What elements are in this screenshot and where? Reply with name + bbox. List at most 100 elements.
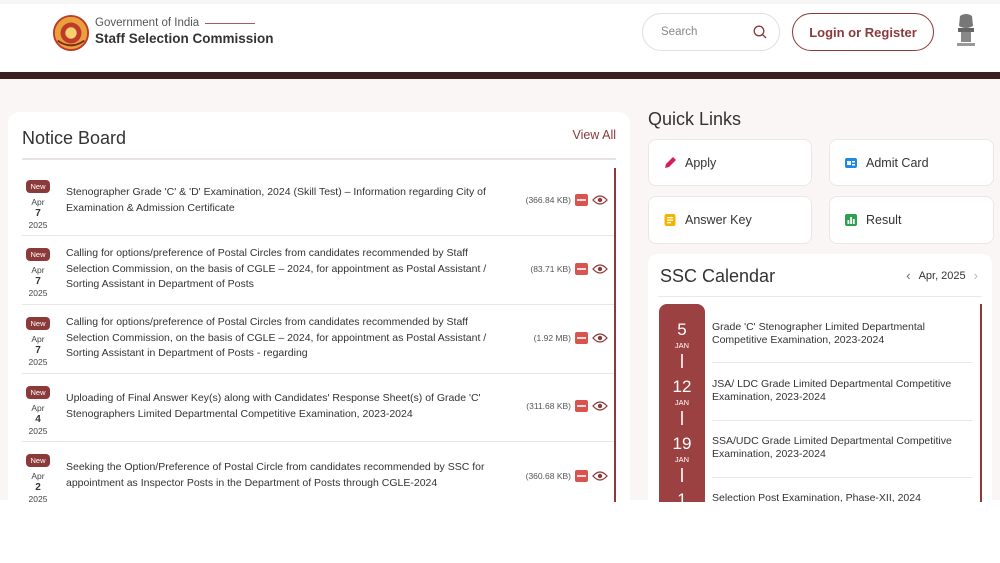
calendar-date: 5 JAN (659, 320, 705, 350)
calendar-divider (658, 296, 982, 297)
notice-text[interactable]: Stenographer Grade 'C' & 'D' Examination… (66, 185, 506, 216)
view-eye-icon[interactable] (592, 400, 608, 412)
file-size: (1.92 MB) (533, 333, 571, 343)
notice-item[interactable]: New Apr 7 2025 Calling for options/prefe… (22, 305, 614, 374)
view-eye-icon[interactable] (592, 332, 608, 344)
national-emblem-icon (957, 14, 975, 46)
notice-year: 2025 (28, 357, 48, 367)
event-divider (712, 477, 972, 478)
notice-item[interactable]: New Apr 2 2025 Seeking the Option/Prefer… (22, 442, 614, 502)
calendar-event[interactable]: SSA/UDC Grade Limited Departmental Compe… (712, 435, 974, 461)
notice-board-title: Notice Board (22, 128, 127, 148)
notice-year: 2025 (28, 494, 48, 502)
header-top-border (0, 0, 1000, 4)
notice-date: New Apr 2 2025 (26, 450, 50, 502)
pdf-icon[interactable] (575, 400, 588, 412)
calendar-day: 1 (677, 490, 687, 502)
new-badge: New (26, 248, 50, 261)
apply-label: Apply (685, 155, 717, 170)
ssc-calendar: SSC Calendar ‹ Apr, 2025 › 5 JAN Grade '… (648, 254, 992, 502)
notice-meta: (366.84 KB) (526, 194, 608, 206)
notice-day: 2 (35, 482, 41, 493)
notice-text[interactable]: Uploading of Final Answer Key(s) along w… (66, 391, 506, 422)
notice-text[interactable]: Calling for options/preference of Postal… (66, 246, 506, 293)
notice-day: 4 (35, 414, 41, 425)
calendar-scrollbar[interactable] (980, 304, 982, 502)
notice-meta: (83.71 KB) (530, 263, 608, 275)
calendar-day: 12 (672, 377, 692, 396)
chevron-left-icon[interactable]: ‹ (906, 268, 910, 283)
notice-text[interactable]: Calling for options/preference of Postal… (66, 315, 506, 362)
notice-item[interactable]: New Apr 7 2025 Calling for options/prefe… (22, 236, 614, 305)
view-all-link[interactable]: View All (572, 128, 616, 142)
date-separator (681, 411, 683, 425)
view-eye-icon[interactable] (592, 194, 608, 206)
bar-chart-icon (845, 214, 857, 226)
document-icon (664, 214, 676, 226)
pdf-icon[interactable] (575, 194, 588, 206)
calendar-month-abbr: JAN (674, 398, 690, 407)
pencil-icon (665, 156, 676, 168)
login-register-button[interactable]: Login or Register (792, 13, 934, 51)
ssc-logo-icon[interactable] (52, 14, 90, 52)
search-icon[interactable] (753, 25, 767, 39)
calendar-date: 19 JAN (659, 434, 705, 464)
search-box[interactable] (642, 13, 780, 51)
notice-date: New Apr 7 2025 (26, 244, 50, 298)
calendar-date: 1 (659, 490, 705, 502)
new-badge: New (26, 454, 50, 467)
file-size: (311.68 KB) (526, 401, 571, 411)
notice-item[interactable]: New Apr 7 2025 Stenographer Grade 'C' & … (22, 168, 614, 236)
calendar-month: Apr, 2025 (918, 269, 966, 282)
new-badge: New (26, 317, 50, 330)
site-header: Government of India Staff Selection Comm… (0, 0, 1000, 72)
view-eye-icon[interactable] (592, 470, 608, 482)
notice-meta: (360.68 KB) (526, 470, 608, 482)
apply-button[interactable]: Apply (648, 139, 812, 186)
answer-key-button[interactable]: Answer Key (648, 196, 812, 244)
notice-scrollbar[interactable] (614, 168, 616, 502)
admit-card-button[interactable]: Admit Card (829, 139, 994, 186)
notice-month: Apr (31, 403, 45, 413)
result-button[interactable]: Result (829, 196, 994, 244)
calendar-event[interactable]: Grade 'C' Stenographer Limited Departmen… (712, 321, 974, 347)
pdf-icon[interactable] (575, 263, 588, 275)
file-size: (83.71 KB) (530, 264, 571, 274)
brand-block[interactable]: Government of India Staff Selection Comm… (95, 17, 274, 46)
notice-date: New Apr 7 2025 (26, 176, 50, 230)
calendar-title: SSC Calendar (660, 266, 776, 286)
date-separator (681, 468, 683, 482)
new-badge: New (26, 386, 50, 399)
calendar-month-abbr: JAN (674, 341, 690, 350)
pdf-icon[interactable] (575, 470, 588, 482)
new-badge: New (26, 180, 50, 193)
brand-subtitle: Government of India (95, 17, 274, 29)
notice-text[interactable]: Seeking the Option/Preference of Postal … (66, 460, 506, 491)
view-eye-icon[interactable] (592, 263, 608, 275)
calendar-month-abbr: JAN (674, 455, 690, 464)
date-separator (681, 354, 683, 368)
file-size: (366.84 KB) (525, 195, 571, 205)
notice-divider (22, 158, 616, 160)
notice-year: 2025 (28, 288, 48, 298)
notice-day: 7 (35, 208, 41, 219)
notice-month: Apr (31, 265, 45, 275)
calendar-event[interactable]: JSA/ LDC Grade Limited Departmental Comp… (712, 378, 974, 404)
calendar-date: 12 JAN (659, 377, 705, 407)
result-label: Result (866, 213, 902, 227)
notice-item[interactable]: New Apr 4 2025 Uploading of Final Answer… (22, 374, 614, 442)
notice-meta: (311.68 KB) (526, 400, 608, 412)
notice-month: Apr (31, 197, 45, 207)
event-divider (712, 420, 972, 421)
calendar-day: 5 (677, 320, 687, 339)
calendar-event[interactable]: Selection Post Examination, Phase-XII, 2… (712, 492, 974, 502)
pdf-icon[interactable] (575, 332, 588, 344)
notice-day: 7 (35, 345, 41, 356)
calendar-month-nav: ‹ Apr, 2025 › (906, 268, 978, 283)
answer-key-label: Answer Key (685, 213, 752, 227)
event-divider (712, 362, 972, 363)
chevron-right-icon[interactable]: › (974, 268, 978, 283)
search-input[interactable] (661, 26, 751, 38)
notice-month: Apr (31, 471, 45, 481)
admit-card-label: Admit Card (866, 155, 929, 170)
